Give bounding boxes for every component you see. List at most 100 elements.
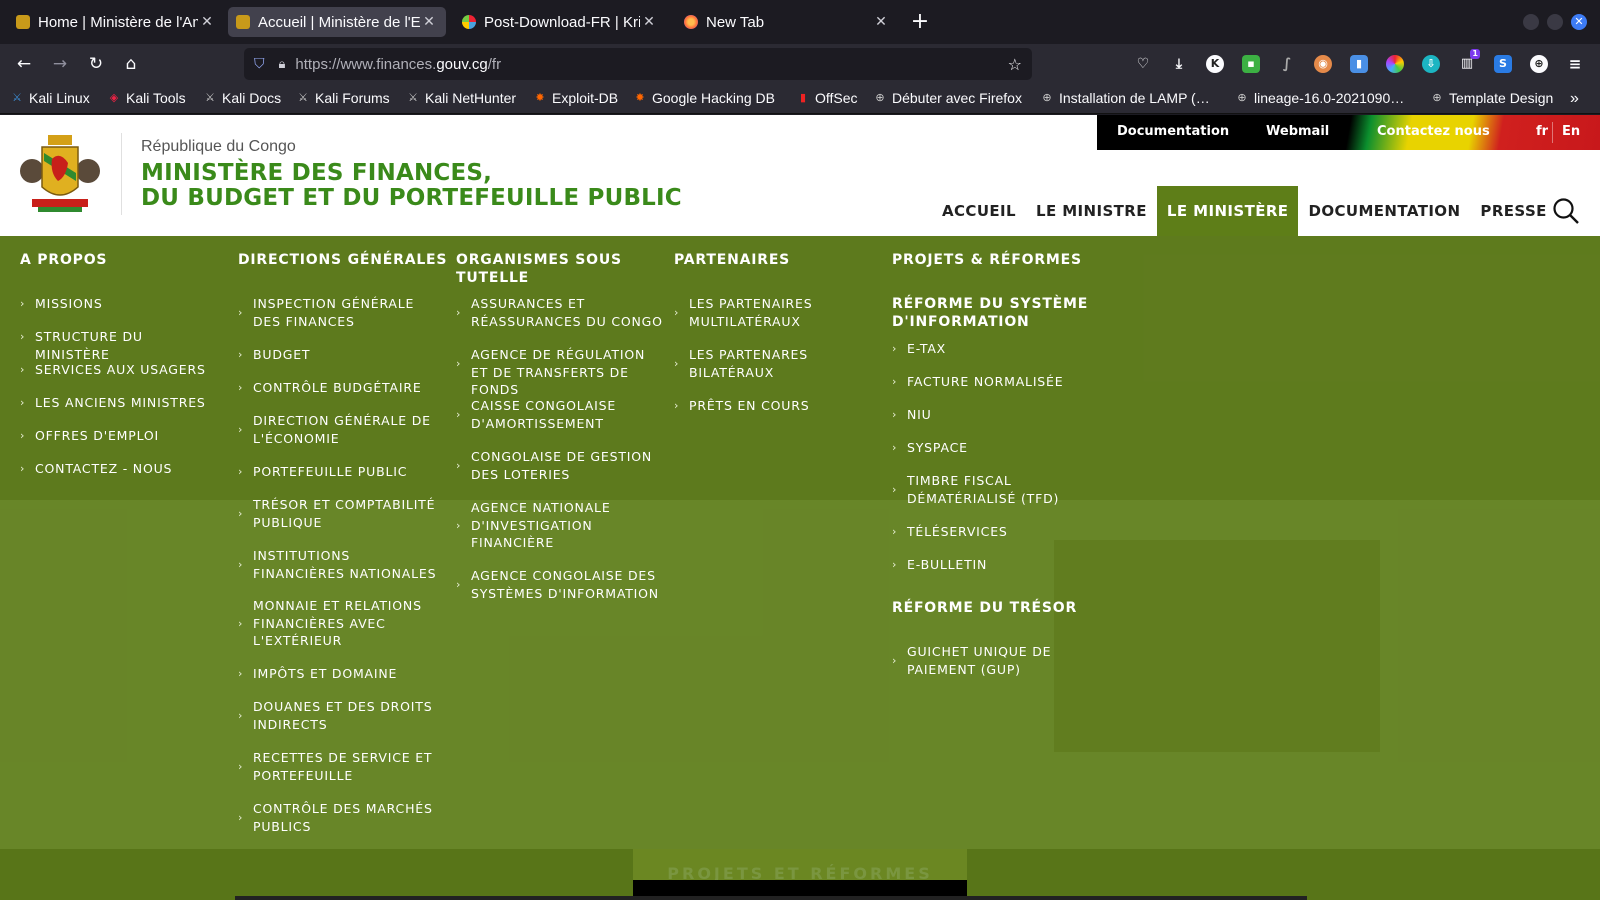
menu-item-institutions-financieres[interactable]: › INSTITUTIONS FINANCIÈRES NATIONALES bbox=[238, 547, 443, 582]
bookmark-lineage[interactable]: ⊕ lineage-16.0-2021090… bbox=[1235, 90, 1404, 106]
menu-item-prets[interactable]: › PRÊTS EN COURS bbox=[674, 397, 874, 415]
menu-item-anciens-ministres[interactable]: › LES ANCIENS MINISTRES bbox=[20, 394, 220, 412]
account-icon[interactable]: ⊕ bbox=[1530, 55, 1548, 73]
window-close-button[interactable]: ✕ bbox=[1571, 14, 1587, 30]
menu-item-offres-emploi[interactable]: › OFFRES D'EMPLOI bbox=[20, 427, 220, 445]
tab-home-ministere[interactable]: Home | Ministère de l'Am ✕ bbox=[8, 7, 224, 37]
menu-subheading-tresor[interactable]: RÉFORME DU TRÉSOR bbox=[892, 599, 1092, 617]
menu-heading-apropos[interactable]: A PROPOS bbox=[20, 251, 107, 269]
maximize-button[interactable] bbox=[1547, 14, 1563, 30]
menu-item-services-usagers[interactable]: › SERVICES AUX USAGERS bbox=[20, 361, 220, 379]
menu-item-budget[interactable]: › BUDGET bbox=[238, 346, 443, 364]
menu-item-douanes[interactable]: › DOUANES ET DES DROITS INDIRECTS bbox=[238, 698, 443, 733]
menu-item-controle-budgetaire[interactable]: › CONTRÔLE BUDGÉTAIRE bbox=[238, 379, 443, 397]
menu-item-dg-economie[interactable]: › DIRECTION GÉNÉRALE DE L'ÉCONOMIE bbox=[238, 412, 443, 447]
tab-krita[interactable]: Post-Download-FR | Krita ✕ bbox=[454, 7, 666, 37]
menu-item-bilateraux[interactable]: › LES PARTENARES BILATÉRAUX bbox=[674, 346, 874, 381]
menu-item-impots[interactable]: › IMPÔTS ET DOMAINE bbox=[238, 665, 443, 683]
bookmark-kali-linux[interactable]: ⚔︎ Kali Linux bbox=[10, 90, 90, 106]
menu-subheading-systeme-information[interactable]: RÉFORME DU SYSTÈME D'INFORMATION bbox=[892, 295, 1092, 331]
minimize-button[interactable] bbox=[1523, 14, 1539, 30]
downloads-icon[interactable]: ⤓ bbox=[1170, 55, 1188, 73]
search-icon[interactable] bbox=[1552, 197, 1580, 225]
s-extension-icon[interactable]: S bbox=[1494, 55, 1512, 73]
menu-heading-projets[interactable]: PROJETS & RÉFORMES bbox=[892, 251, 1082, 269]
reload-icon[interactable]: ↻ bbox=[84, 52, 108, 76]
menu-item-inspection[interactable]: › INSPECTION GÉNÉRALE DES FINANCES bbox=[238, 295, 443, 330]
feather-extension-icon[interactable]: ∫ bbox=[1278, 55, 1296, 73]
menu-item-monnaie[interactable]: › MONNAIE ET RELATIONS FINANCIÈRES AVEC L… bbox=[238, 597, 443, 650]
menu-item-gup[interactable]: › GUICHET UNIQUE DE PAIEMENT (GUP) bbox=[892, 643, 1092, 678]
nav-accueil[interactable]: ACCUEIL bbox=[932, 186, 1026, 236]
forward-arrow-icon[interactable]: → bbox=[48, 52, 72, 76]
ministry-title[interactable]: MINISTÈRE DES FINANCES, DU BUDGET ET DU … bbox=[141, 161, 682, 211]
menu-item-portefeuille-public[interactable]: › PORTEFEUILLE PUBLIC bbox=[238, 463, 443, 481]
menu-item-teleservices[interactable]: › TÉLÉSERVICES bbox=[892, 523, 1092, 541]
cookie-extension-icon[interactable]: ◉ bbox=[1314, 55, 1332, 73]
menu-item-ebulletin[interactable]: › E-BULLETIN bbox=[892, 556, 1092, 574]
bookmark-offsec[interactable]: ▮ OffSec bbox=[796, 90, 858, 106]
bookmark-kali-forums[interactable]: ⚔︎ Kali Forums bbox=[296, 90, 390, 106]
home-icon[interactable]: ⌂ bbox=[119, 52, 143, 76]
close-icon[interactable]: ✕ bbox=[872, 14, 890, 30]
menu-item-structure[interactable]: › STRUCTURE DU MINISTÈRE bbox=[20, 328, 220, 363]
nav-le-ministre[interactable]: LE MINISTRE bbox=[1026, 186, 1157, 236]
close-icon[interactable]: ✕ bbox=[640, 14, 658, 30]
topbar-contact-link[interactable]: Contactez nous bbox=[1377, 124, 1490, 139]
menu-item-anif[interactable]: › AGENCE NATIONALE D'INVESTIGATION FINANC… bbox=[456, 499, 664, 552]
menu-item-tresor[interactable]: › TRÉSOR ET COMPTABILITÉ PUBLIQUE bbox=[238, 496, 443, 531]
back-arrow-icon[interactable]: ← bbox=[12, 52, 36, 76]
bookmark-kali-tools[interactable]: ◈ Kali Tools bbox=[107, 90, 186, 106]
blue-extension-icon[interactable]: ▮ bbox=[1350, 55, 1368, 73]
nav-le-ministere[interactable]: LE MINISTÈRE bbox=[1156, 186, 1299, 236]
tab-accueil-ministere[interactable]: Accueil | Ministère de l'Ec ✕ bbox=[228, 7, 446, 37]
menu-item-tfd[interactable]: › TIMBRE FISCAL DÉMATÉRIALISÉ (TFD) bbox=[892, 472, 1092, 507]
bars-extension-icon[interactable]: ▥ 1 bbox=[1458, 49, 1480, 73]
bookmarks-overflow-chevron-icon[interactable]: » bbox=[1570, 90, 1579, 108]
menu-heading-partenaires[interactable]: PARTENAIRES bbox=[674, 251, 790, 269]
green-extension-icon[interactable]: ▪ bbox=[1242, 55, 1260, 73]
menu-item-multilateraux[interactable]: › LES PARTENAIRES MULTILATÉRAUX bbox=[674, 295, 874, 330]
bookmark-kali-docs[interactable]: ⚔︎ Kali Docs bbox=[203, 90, 281, 106]
menu-item-loteries[interactable]: › CONGOLAISE DE GESTION DES LOTERIES bbox=[456, 448, 664, 483]
k-extension-icon[interactable]: K bbox=[1206, 55, 1224, 73]
menu-item-facture[interactable]: › FACTURE NORMALISÉE bbox=[892, 373, 1092, 391]
bookmark-star-icon[interactable]: ☆ bbox=[1008, 55, 1022, 74]
menu-item-niu[interactable]: › NIU bbox=[892, 406, 1092, 424]
address-bar[interactable]: ⛉ 🔒︎ https://www.finances.gouv.cg/fr ☆ bbox=[244, 48, 1032, 80]
lock-icon[interactable]: 🔒︎ bbox=[279, 57, 286, 72]
teal-extension-icon[interactable]: ⇩ bbox=[1422, 55, 1440, 73]
nav-presse[interactable]: PRESSE bbox=[1470, 186, 1556, 236]
topbar-documentation-link[interactable]: Documentation bbox=[1117, 124, 1229, 139]
pocket-icon[interactable]: ♡ bbox=[1134, 55, 1152, 73]
bookmark-debuter-firefox[interactable]: ⊕ Débuter avec Firefox bbox=[873, 90, 1022, 106]
menu-heading-directions[interactable]: DIRECTIONS GÉNÉRALES bbox=[238, 251, 447, 269]
menu-item-agence-regulation[interactable]: › AGENCE DE RÉGULATION ET DE TRANSFERTS D… bbox=[456, 346, 664, 399]
new-tab-plus-icon[interactable]: + bbox=[908, 9, 932, 34]
menu-item-contactez-nous[interactable]: › CONTACTEZ - NOUS bbox=[20, 460, 220, 478]
tracking-shield-icon[interactable]: ⛉ bbox=[254, 56, 265, 72]
bookmark-template-design[interactable]: ⊕ Template Design bbox=[1430, 90, 1553, 106]
language-fr-link[interactable]: fr bbox=[1536, 124, 1548, 139]
bookmark-installation-lamp[interactable]: ⊕ Installation de LAMP (… bbox=[1040, 90, 1209, 106]
url-text[interactable]: https://www.finances.gouv.cg/fr bbox=[295, 56, 1007, 73]
bookmark-kali-nethunter[interactable]: ⚔︎ Kali NetHunter bbox=[406, 90, 516, 106]
menu-heading-organismes[interactable]: ORGANISMES SOUS TUTELLE bbox=[456, 251, 646, 287]
menu-item-etax[interactable]: › E-TAX bbox=[892, 340, 1092, 358]
bookmark-exploit-db[interactable]: ✸ Exploit-DB bbox=[533, 90, 618, 106]
menu-item-missions[interactable]: › MISSIONS bbox=[20, 295, 220, 313]
tab-new-tab[interactable]: New Tab ✕ bbox=[676, 7, 898, 37]
coat-of-arms-logo[interactable] bbox=[18, 133, 102, 215]
bookmark-google-hacking-db[interactable]: ✸ Google Hacking DB bbox=[633, 90, 775, 106]
menu-item-caisse-amortissement[interactable]: › CAISSE CONGOLAISE D'AMORTISSEMENT bbox=[456, 397, 664, 432]
menu-item-syspace[interactable]: › SYSPACE bbox=[892, 439, 1092, 457]
menu-item-marches-publics[interactable]: › CONTRÔLE DES MARCHÉS PUBLICS bbox=[238, 800, 443, 835]
color-extension-icon[interactable] bbox=[1386, 55, 1404, 73]
close-icon[interactable]: ✕ bbox=[420, 14, 438, 30]
nav-documentation[interactable]: DOCUMENTATION bbox=[1298, 186, 1470, 236]
menu-item-acsi[interactable]: › AGENCE CONGOLAISE DES SYSTÈMES D'INFORM… bbox=[456, 567, 664, 602]
menu-item-assurances[interactable]: › ASSURANCES ET RÉASSURANCES DU CONGO bbox=[456, 295, 664, 330]
topbar-webmail-link[interactable]: Webmail bbox=[1266, 124, 1329, 139]
language-en-link[interactable]: En bbox=[1562, 124, 1580, 139]
menu-hamburger-icon[interactable]: ≡ bbox=[1566, 55, 1584, 73]
